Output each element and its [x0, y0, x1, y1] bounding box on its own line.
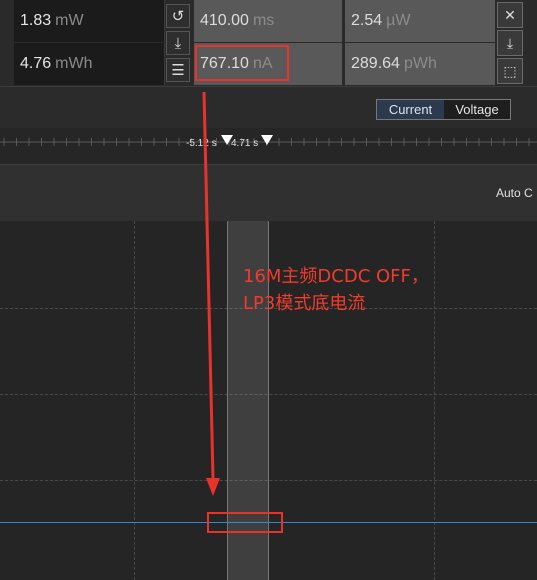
power-value: 1.83: [20, 12, 52, 29]
current-voltage-toggle[interactable]: Current Voltage: [376, 99, 511, 120]
timeline-ruler: [0, 135, 537, 146]
annotation-text: 16M主频DCDC OFF， LP3模式底电流: [243, 266, 429, 314]
current-button[interactable]: Current: [377, 100, 444, 119]
sel-energy-unit: pWh: [403, 55, 437, 72]
download-icon[interactable]: ⤓: [166, 31, 190, 55]
right-marker-label: 4.71 s: [231, 138, 259, 149]
duration-value: 410.00: [200, 12, 249, 29]
duration-readout: 410.00 ms: [194, 0, 342, 42]
reset-icon[interactable]: ↺: [166, 4, 190, 28]
avg-power-value: 2.54: [351, 12, 383, 29]
energy-value: 4.76: [20, 55, 52, 72]
download-icon[interactable]: ⤓: [497, 30, 523, 56]
close-icon[interactable]: ✕: [497, 2, 523, 28]
highlight-box-trace: [207, 512, 283, 533]
sel-energy-value: 289.64: [351, 55, 400, 72]
grid-line: [134, 221, 135, 580]
power-unit: mW: [55, 12, 84, 29]
screenshot-icon[interactable]: ⬚: [497, 58, 523, 84]
auto-button[interactable]: Auto C: [496, 186, 533, 200]
avg-power-readout: 2.54 µW: [345, 0, 495, 42]
grid-line: [434, 221, 435, 580]
avg-power-unit: µW: [386, 12, 411, 29]
voltage-button[interactable]: Voltage: [444, 100, 510, 119]
duration-unit: ms: [252, 12, 275, 29]
highlight-box-avg-current: [195, 45, 289, 81]
left-marker-label: -5.12 s: [186, 138, 217, 149]
plot-header: Auto C: [0, 164, 537, 221]
toolbar: Current Voltage: [0, 86, 537, 129]
energy-unit: mWh: [55, 55, 93, 72]
timeline[interactable]: -5.12 s 4.71 s: [0, 128, 537, 164]
power-readout: 1.83 mW: [14, 0, 165, 42]
energy-readout: 4.76 mWh: [14, 43, 165, 85]
sel-energy-readout: 289.64 pWh: [345, 43, 495, 85]
selection-end-marker[interactable]: [261, 135, 273, 145]
list-icon[interactable]: ☰: [166, 58, 190, 82]
